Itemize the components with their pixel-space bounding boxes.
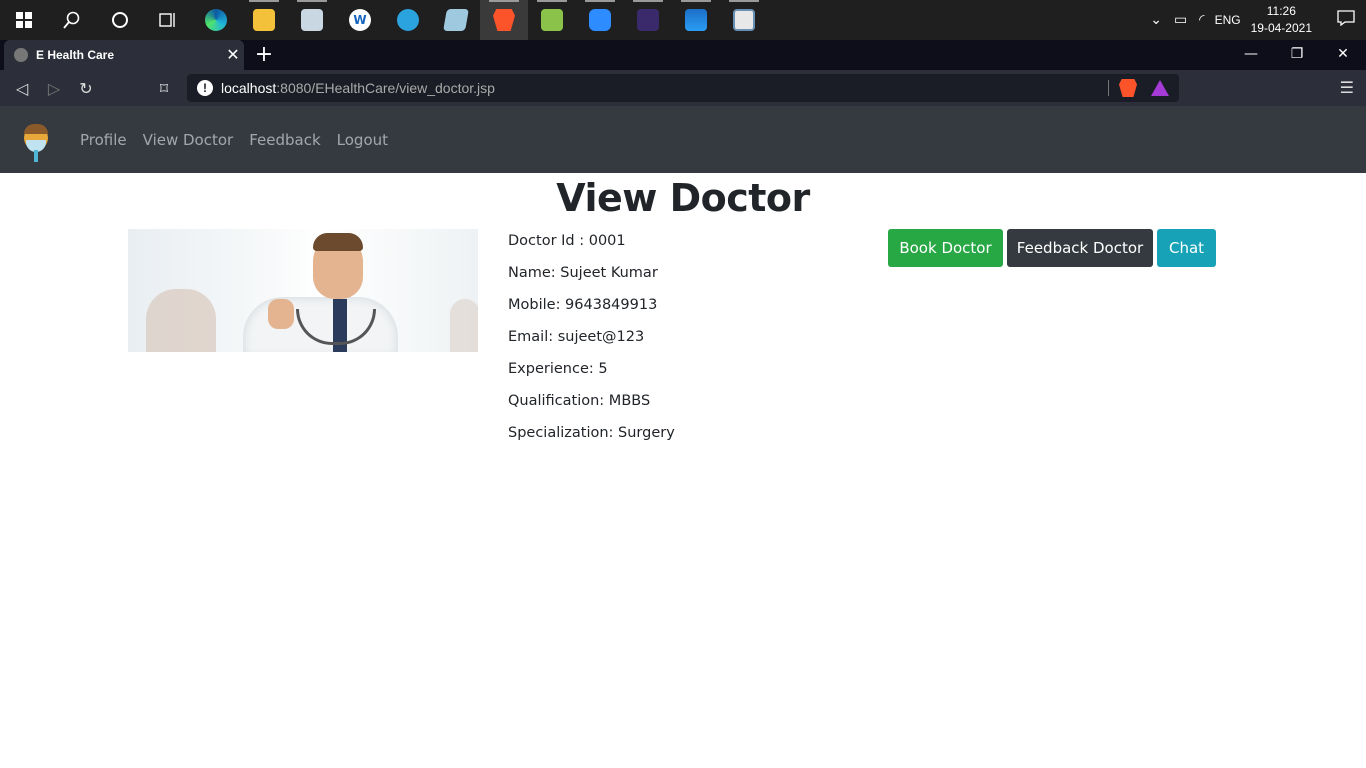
doctor-name: Name: Sujeet Kumar: [508, 265, 658, 281]
globe-icon: [14, 48, 28, 62]
browser-toolbar: ◁ ▷ ↻ ⌑ ! localhost:8080/EHealthCare/vie…: [0, 70, 1366, 106]
browser-menu-icon[interactable]: ☰: [1340, 78, 1354, 97]
task-view-icon[interactable]: [144, 0, 192, 40]
new-tab-button[interactable]: +: [252, 42, 276, 67]
page-title: View Doctor: [556, 176, 810, 220]
forward-icon[interactable]: ▷: [38, 79, 70, 98]
nav-view-doctor[interactable]: View Doctor: [143, 131, 234, 149]
close-window-icon[interactable]: ✕: [1320, 40, 1366, 70]
browser-tab[interactable]: E Health Care ✕: [4, 40, 244, 70]
cortana-icon[interactable]: [96, 0, 144, 40]
reload-icon[interactable]: ↻: [70, 79, 102, 98]
doctor-specialization: Specialization: Surgery: [508, 425, 675, 441]
nav-logout[interactable]: Logout: [337, 131, 388, 149]
book-doctor-button[interactable]: Book Doctor: [888, 229, 1003, 267]
doctor-experience: Experience: 5: [508, 361, 608, 377]
edge-icon[interactable]: [192, 0, 240, 40]
app-w-icon[interactable]: W: [336, 0, 384, 40]
doctor-image: [128, 229, 478, 352]
brand-logo-icon[interactable]: [20, 120, 52, 162]
brave-icon[interactable]: [480, 0, 528, 40]
language-indicator[interactable]: ENG: [1215, 13, 1241, 27]
address-bar[interactable]: ! localhost:8080/EHealthCare/view_doctor…: [187, 74, 1179, 102]
telegram-icon[interactable]: [384, 0, 432, 40]
bookmark-icon[interactable]: ⌑: [148, 79, 180, 98]
site-navbar: Profile View Doctor Feedback Logout: [0, 106, 1366, 173]
feedback-doctor-button[interactable]: Feedback Doctor: [1007, 229, 1153, 267]
nav-feedback[interactable]: Feedback: [249, 131, 320, 149]
brave-shields-icon[interactable]: [1119, 79, 1137, 97]
back-icon[interactable]: ◁: [6, 79, 38, 98]
tab-title: E Health Care: [36, 48, 115, 62]
notification-icon[interactable]: [1326, 10, 1366, 30]
windows-taskbar: W ⌄ ▭ ◜ ENG 11:26 19-04-2021: [0, 0, 1366, 40]
doctor-qualification: Qualification: MBBS: [508, 393, 651, 409]
search-icon[interactable]: [48, 0, 96, 40]
photos-icon[interactable]: [672, 0, 720, 40]
doctor-email: Email: sujeet@123: [508, 329, 645, 345]
notepad-plus-icon[interactable]: [528, 0, 576, 40]
battery-icon[interactable]: ▭: [1174, 12, 1187, 28]
doctor-mobile: Mobile: 9643849913: [508, 297, 658, 313]
url-host: localhost: [221, 80, 277, 96]
game-icon[interactable]: [624, 0, 672, 40]
window-app-icon[interactable]: [720, 0, 768, 40]
restore-icon[interactable]: ❐: [1274, 40, 1320, 70]
system-tray: ⌄ ▭ ◜ ENG 11:26 19-04-2021: [1144, 0, 1366, 40]
url-path: :8080/EHealthCare/view_doctor.jsp: [276, 80, 495, 96]
photos-app-icon[interactable]: [288, 0, 336, 40]
window-controls: — ❐ ✕: [1228, 40, 1366, 70]
site-info-icon[interactable]: !: [197, 80, 213, 96]
brave-rewards-icon[interactable]: [1151, 80, 1169, 96]
doctor-details: Doctor Id : 0001 Name: Sujeet Kumar Mobi…: [508, 229, 675, 453]
clock[interactable]: 11:26 19-04-2021: [1251, 3, 1312, 37]
notepad-icon[interactable]: [432, 0, 480, 40]
windows-start-icon[interactable]: [0, 0, 48, 40]
clock-date: 19-04-2021: [1250, 21, 1312, 35]
minimize-icon[interactable]: —: [1228, 40, 1274, 70]
chat-button[interactable]: Chat: [1157, 229, 1216, 267]
close-tab-icon[interactable]: ✕: [222, 45, 244, 65]
divider: [1108, 80, 1109, 96]
nav-profile[interactable]: Profile: [80, 131, 127, 149]
file-explorer-icon[interactable]: [240, 0, 288, 40]
doctor-id: Doctor Id : 0001: [508, 233, 626, 249]
browser-tabstrip: E Health Care ✕ + — ❐ ✕: [0, 40, 1366, 70]
chevron-up-icon[interactable]: ⌄: [1150, 12, 1162, 28]
wifi-icon[interactable]: ◜: [1199, 12, 1204, 28]
zoom-icon[interactable]: [576, 0, 624, 40]
clock-time: 11:26: [1266, 4, 1296, 18]
